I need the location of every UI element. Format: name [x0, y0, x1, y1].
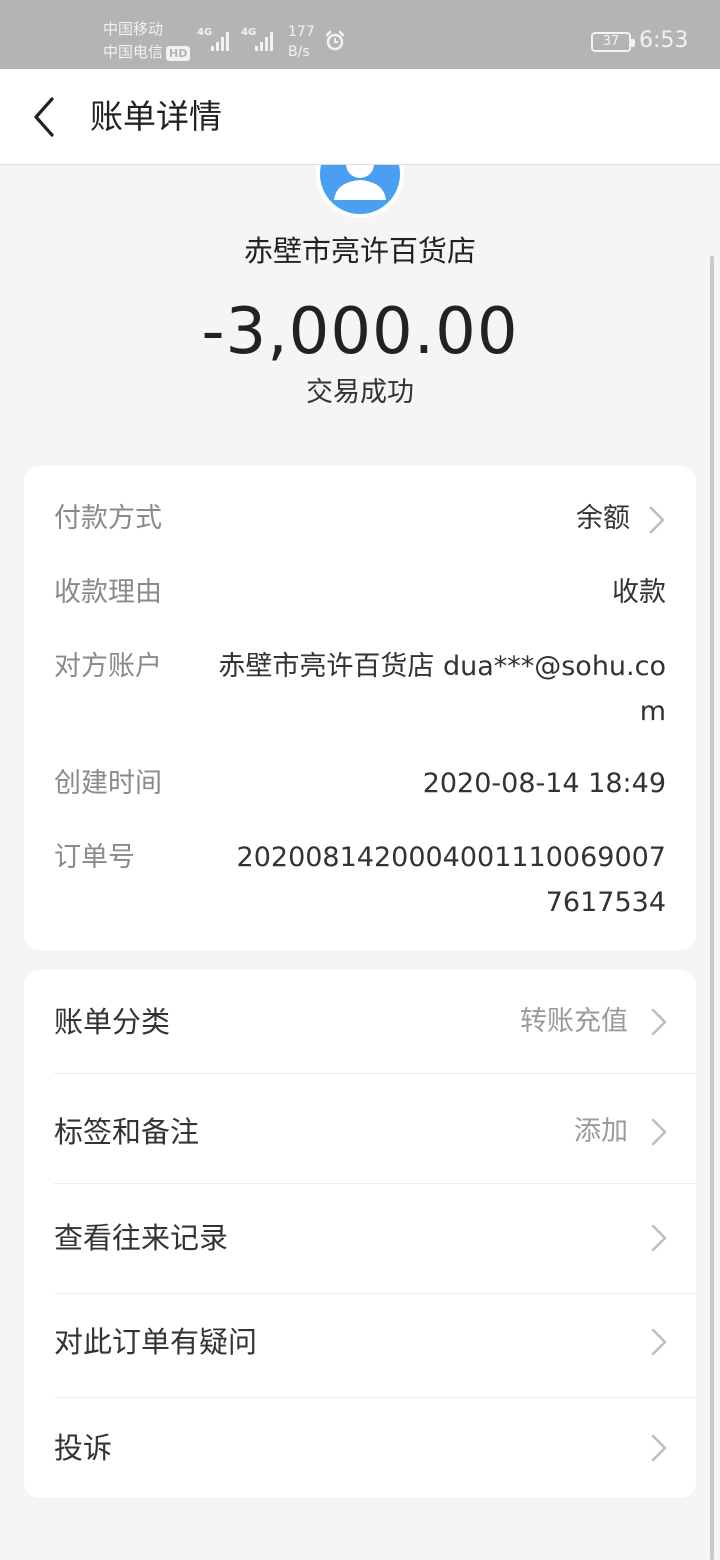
battery-level: 37	[602, 34, 620, 49]
signal-2-label: 4G	[241, 27, 257, 38]
complaint-label: 投诉	[54, 1431, 113, 1465]
created-time-label: 创建时间	[54, 768, 162, 799]
chevron-right-icon	[651, 1008, 667, 1036]
bill-category-value: 转账充值	[520, 1006, 628, 1037]
back-arrow-icon	[34, 97, 54, 137]
counterparty-label: 对方账户	[54, 651, 162, 682]
tags-notes-label: 标签和备注	[54, 1115, 200, 1149]
merchant-name: 赤壁市亮许百货店	[243, 234, 476, 268]
net-speed-value: 177	[288, 24, 315, 40]
payment-method-label: 付款方式	[54, 503, 162, 534]
tags-notes-row[interactable]: 标签和备注 添加	[24, 1080, 696, 1184]
page-title: 账单详情	[90, 97, 222, 136]
order-number-row: 订单号 20200814200040011100690077617534	[54, 835, 666, 925]
battery-icon: 37	[591, 32, 635, 52]
carrier-info: 中国移动 中国电信 HD	[103, 18, 191, 64]
network-speed: 177 B/s	[288, 22, 315, 62]
back-button[interactable]	[22, 93, 70, 141]
reason-label: 收款理由	[54, 577, 162, 608]
chevron-right-icon	[649, 506, 665, 533]
tags-notes-value: 添加	[574, 1116, 628, 1147]
divider	[54, 1183, 696, 1184]
bill-category-row[interactable]: 账单分类 转账充值	[24, 970, 696, 1074]
carrier-1: 中国移动	[103, 20, 164, 38]
net-speed-unit: B/s	[288, 44, 310, 60]
chevron-right-icon	[651, 1118, 667, 1146]
detail-card: 付款方式 余额 收款理由 收款 对方账户 赤壁市亮许百货店 dua***@soh…	[24, 466, 696, 950]
view-history-label: 查看往来记录	[54, 1221, 229, 1255]
chevron-right-icon	[651, 1434, 667, 1462]
status-bar: 中国移动 中国电信 HD 4G 4G 177 B/s 37 6:53	[0, 0, 720, 69]
signal-1-label: 4G	[197, 27, 213, 38]
scrollbar[interactable]	[710, 256, 714, 1560]
signal-icon-1: 4G	[197, 27, 237, 53]
signal-icon-2: 4G	[241, 27, 281, 53]
carrier-2: 中国电信	[103, 43, 164, 61]
alarm-icon	[325, 30, 345, 51]
divider	[54, 1073, 696, 1074]
order-question-row[interactable]: 对此订单有疑问	[24, 1294, 696, 1398]
chevron-right-icon	[651, 1224, 667, 1252]
bill-category-label: 账单分类	[54, 1005, 171, 1039]
transaction-status: 交易成功	[306, 377, 414, 408]
created-time-value: 2020-08-14 18:49	[422, 768, 666, 799]
counterparty-row: 对方账户 赤壁市亮许百货店 dua***@sohu.com	[54, 644, 666, 734]
hd-badge: HD	[166, 46, 191, 61]
order-number-value: 20200814200040011100690077617534	[236, 842, 666, 918]
chevron-right-icon	[651, 1328, 667, 1356]
payment-method-value: 余额	[576, 503, 630, 534]
transaction-amount: -3,000.00	[201, 295, 519, 369]
order-question-label: 对此订单有疑问	[54, 1325, 258, 1359]
action-card: 账单分类 转账充值 标签和备注 添加 查看往来记录 对此订单有疑问 投诉	[24, 970, 696, 1498]
reason-value: 收款	[612, 577, 666, 608]
merchant-avatar	[316, 130, 404, 218]
view-history-row[interactable]: 查看往来记录	[24, 1190, 696, 1294]
order-number-label: 订单号	[54, 842, 135, 873]
complaint-row[interactable]: 投诉	[24, 1398, 696, 1502]
clock: 6:53	[639, 28, 689, 53]
counterparty-value: 赤壁市亮许百货店 dua***@sohu.com	[218, 651, 666, 727]
user-icon	[334, 150, 386, 200]
